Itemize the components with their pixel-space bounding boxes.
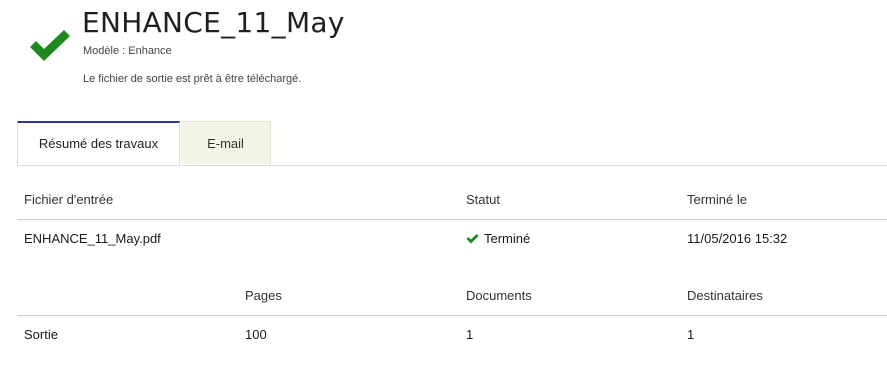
- output-label: Sortie: [24, 327, 58, 342]
- completed-date: 11/05/2016 15:32: [687, 231, 788, 246]
- table-header-row: Pages Documents Destinataires: [17, 277, 887, 316]
- page-title: ENHANCE_11_May: [82, 6, 345, 39]
- table-row: Sortie 100 1 1: [17, 316, 887, 354]
- tab-email[interactable]: E-mail: [181, 121, 271, 164]
- model-label: Modèle : Enhance: [83, 45, 172, 57]
- job-header: ENHANCE_11_May Modèle : Enhance Le fichi…: [0, 0, 887, 110]
- status-cell: Terminé: [466, 220, 530, 258]
- column-header-status: Statut: [466, 192, 500, 207]
- table-row: ENHANCE_11_May.pdf Terminé 11/05/2016 15…: [17, 220, 887, 258]
- table-header-row: Fichier d'entrée Statut Terminé le: [17, 181, 887, 220]
- checkmark-icon: [30, 30, 70, 61]
- status-text: Terminé: [484, 231, 531, 246]
- column-header-recipients: Destinataires: [687, 288, 763, 303]
- checkmark-icon: [466, 234, 479, 244]
- ready-message: Le fichier de sortie est prêt à être tél…: [83, 73, 302, 85]
- input-file-name: ENHANCE_11_May.pdf: [24, 231, 161, 246]
- documents-count: 1: [466, 327, 474, 342]
- tab-job-summary[interactable]: Résumé des travaux: [17, 121, 180, 165]
- tab-bar: Résumé des travaux E-mail: [17, 121, 887, 166]
- column-header-completed: Terminé le: [687, 192, 747, 207]
- recipients-count: 1: [687, 327, 695, 342]
- column-header-input-file: Fichier d'entrée: [24, 192, 114, 207]
- column-header-documents: Documents: [466, 288, 532, 303]
- pages-count: 100: [245, 327, 267, 342]
- column-header-pages: Pages: [245, 288, 282, 303]
